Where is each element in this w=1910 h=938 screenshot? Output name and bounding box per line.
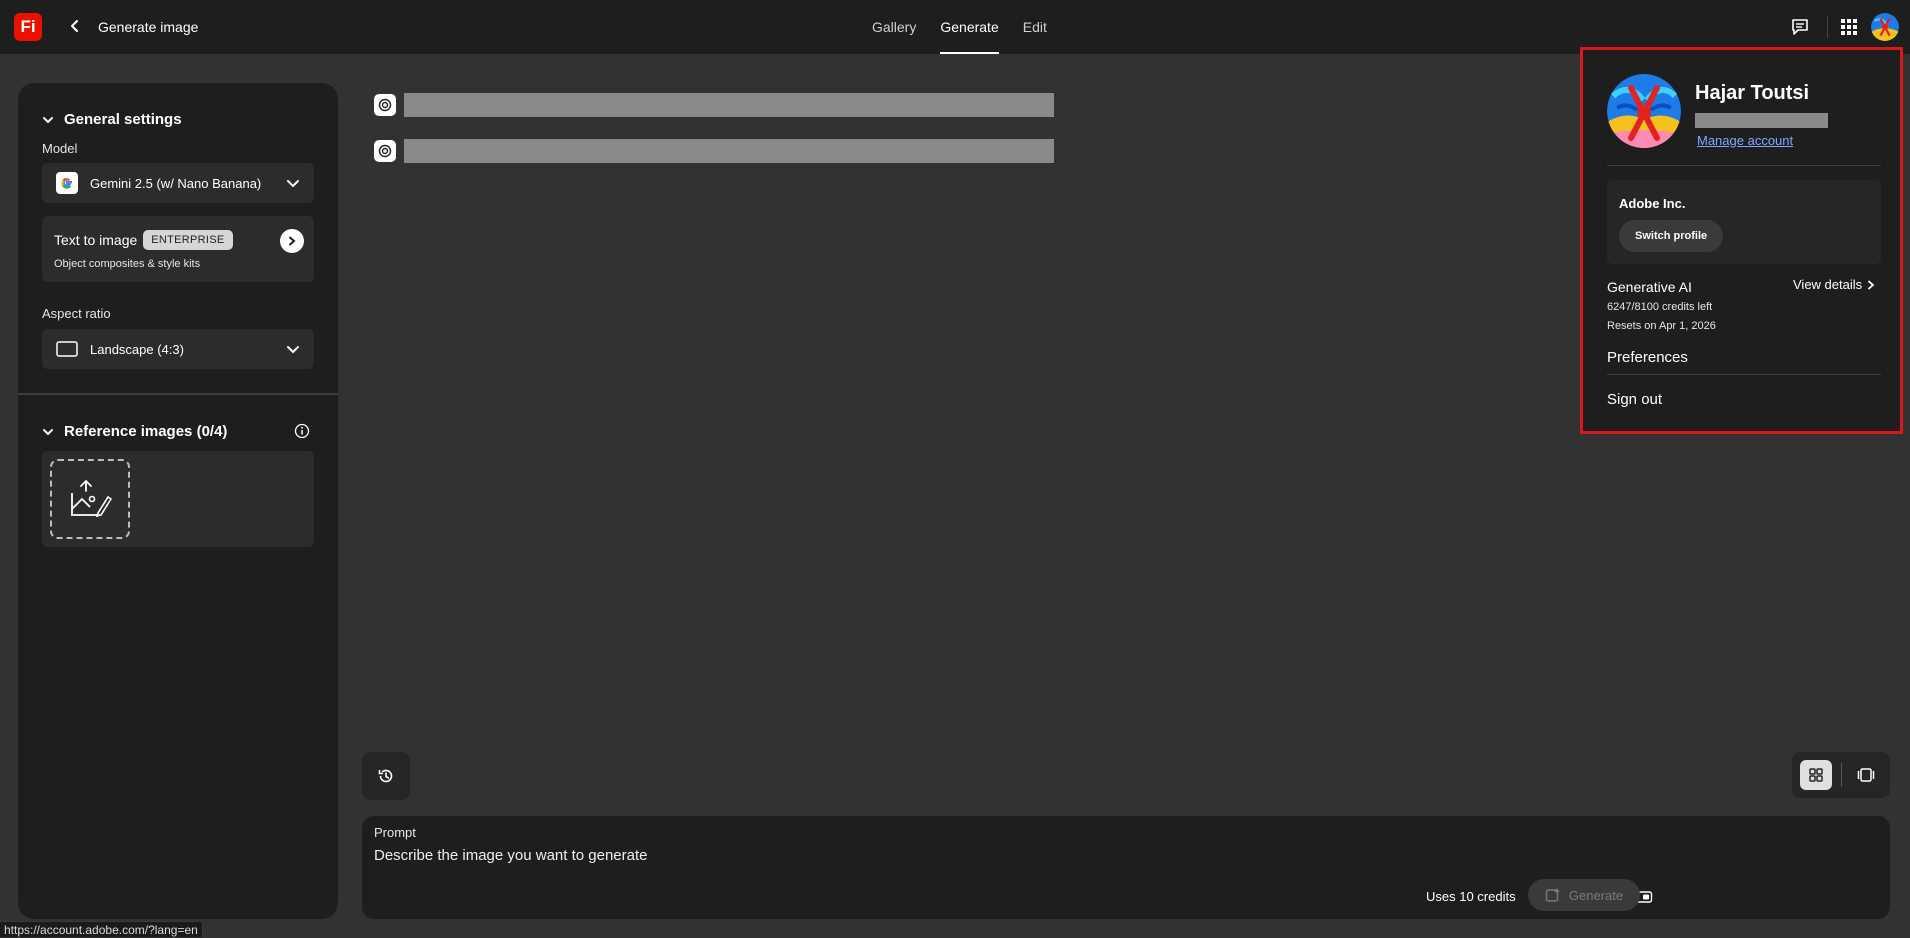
sign-out-menu-item[interactable]: Sign out xyxy=(1607,391,1662,408)
menu-divider xyxy=(1607,374,1881,375)
prompt-label: Prompt xyxy=(374,825,416,840)
model-select-value: Gemini 2.5 (w/ Nano Banana) xyxy=(90,175,262,191)
menu-divider xyxy=(1607,165,1881,166)
apps-grid-icon xyxy=(1841,19,1857,35)
view-toggle-divider xyxy=(1841,763,1842,787)
upload-reference-button[interactable] xyxy=(50,459,130,539)
chevron-left-icon xyxy=(71,20,78,32)
model-label: Model xyxy=(42,141,78,156)
chevron-right-icon xyxy=(289,236,296,246)
credits-remaining: 6247/8100 credits left xyxy=(1607,301,1713,313)
account-menu: Hajar Toutsi Manage account Adobe Inc. S… xyxy=(1580,47,1903,434)
manage-account-link[interactable]: Manage account xyxy=(1697,133,1793,148)
avatar-image xyxy=(1607,74,1681,148)
feedback-button[interactable] xyxy=(1787,14,1813,40)
history-button[interactable] xyxy=(362,752,410,800)
text-to-image-open-button[interactable] xyxy=(280,229,304,253)
firefly-logo[interactable]: Fi xyxy=(14,13,42,41)
carousel-view-icon xyxy=(1857,768,1875,782)
back-button[interactable] xyxy=(64,15,86,37)
reference-info-button[interactable] xyxy=(294,423,310,439)
organization-name: Adobe Inc. xyxy=(1619,196,1686,211)
user-avatar-button[interactable] xyxy=(1871,13,1899,41)
tab-generate[interactable]: Generate xyxy=(928,0,1010,54)
generate-button[interactable]: Generate xyxy=(1528,879,1640,911)
settings-panel: General settings Model Gemini 2.5 (w/ Na… xyxy=(18,83,338,919)
view-details-label: View details xyxy=(1793,277,1863,292)
text-to-image-card[interactable]: Text to image ENTERPRISE Object composit… xyxy=(42,216,314,282)
account-name: Hajar Toutsi xyxy=(1695,82,1810,104)
prompt-box: Prompt Uses 10 credits Generate xyxy=(362,816,1890,919)
reference-images-header[interactable]: Reference images (0/4) xyxy=(42,423,227,440)
reference-images-title: Reference images (0/4) xyxy=(64,423,228,440)
loading-placeholder xyxy=(404,139,1054,163)
google-icon xyxy=(56,172,78,194)
tab-edit[interactable]: Edit xyxy=(1011,0,1059,54)
model-icon xyxy=(374,140,396,162)
view-details-link[interactable]: View details xyxy=(1793,277,1876,292)
aspect-ratio-label: Aspect ratio xyxy=(42,306,111,321)
preferences-menu-item[interactable]: Preferences xyxy=(1607,349,1688,366)
generation-placeholder-row xyxy=(374,93,1054,117)
panel-divider xyxy=(18,393,338,395)
page-title: Generate image xyxy=(98,19,199,35)
main-nav: Gallery Generate Edit xyxy=(860,0,1059,54)
generate-button-label: Generate xyxy=(1568,887,1624,903)
model-icon xyxy=(374,94,396,116)
organization-card: Adobe Inc. Switch profile xyxy=(1607,180,1881,264)
switch-profile-button[interactable]: Switch profile xyxy=(1619,220,1724,252)
view-toggle xyxy=(1792,752,1890,798)
chevron-down-icon xyxy=(43,428,53,435)
top-bar: Fi Generate image Gallery Generate Edit xyxy=(0,0,1910,54)
grid-view-button[interactable] xyxy=(1800,760,1832,790)
avatar-image xyxy=(1871,13,1899,41)
text-to-image-title: Text to image xyxy=(54,232,138,248)
text-to-image-subtitle: Object composites & style kits xyxy=(54,258,201,270)
single-view-button[interactable] xyxy=(1850,760,1882,790)
credits-reset-date: Resets on Apr 1, 2026 xyxy=(1607,320,1716,332)
model-select[interactable]: Gemini 2.5 (w/ Nano Banana) xyxy=(42,163,314,203)
enterprise-badge: ENTERPRISE xyxy=(143,230,233,250)
chevron-down-icon xyxy=(43,116,53,123)
reference-images-area xyxy=(42,451,314,547)
landscape-icon xyxy=(56,341,78,357)
prompt-input[interactable] xyxy=(374,844,1274,866)
account-email-redacted xyxy=(1695,113,1828,128)
topbar-divider xyxy=(1827,16,1828,38)
aspect-ratio-value: Landscape (4:3) xyxy=(90,341,184,357)
apps-button[interactable] xyxy=(1836,14,1862,40)
feedback-icon xyxy=(1792,19,1808,35)
generative-ai-title: Generative AI xyxy=(1607,279,1692,295)
account-avatar xyxy=(1607,74,1681,148)
upload-image-icon xyxy=(71,479,112,518)
chevron-down-icon xyxy=(287,180,299,188)
credits-cost: Uses 10 credits xyxy=(1426,889,1516,904)
tab-gallery[interactable]: Gallery xyxy=(860,0,928,54)
generate-icon xyxy=(1545,888,1560,902)
info-icon xyxy=(294,423,310,439)
general-settings-title: General settings xyxy=(64,111,182,128)
chevron-right-icon xyxy=(1868,280,1875,289)
history-icon xyxy=(378,769,393,783)
generation-placeholder-row xyxy=(374,139,1054,163)
aspect-ratio-select[interactable]: Landscape (4:3) xyxy=(42,329,314,369)
status-bar-url: https://account.adobe.com/?lang=en xyxy=(0,921,203,937)
loading-placeholder xyxy=(404,93,1054,117)
chevron-down-icon xyxy=(287,346,299,354)
general-settings-header[interactable]: General settings xyxy=(42,111,182,128)
grid-view-icon xyxy=(1809,768,1823,782)
